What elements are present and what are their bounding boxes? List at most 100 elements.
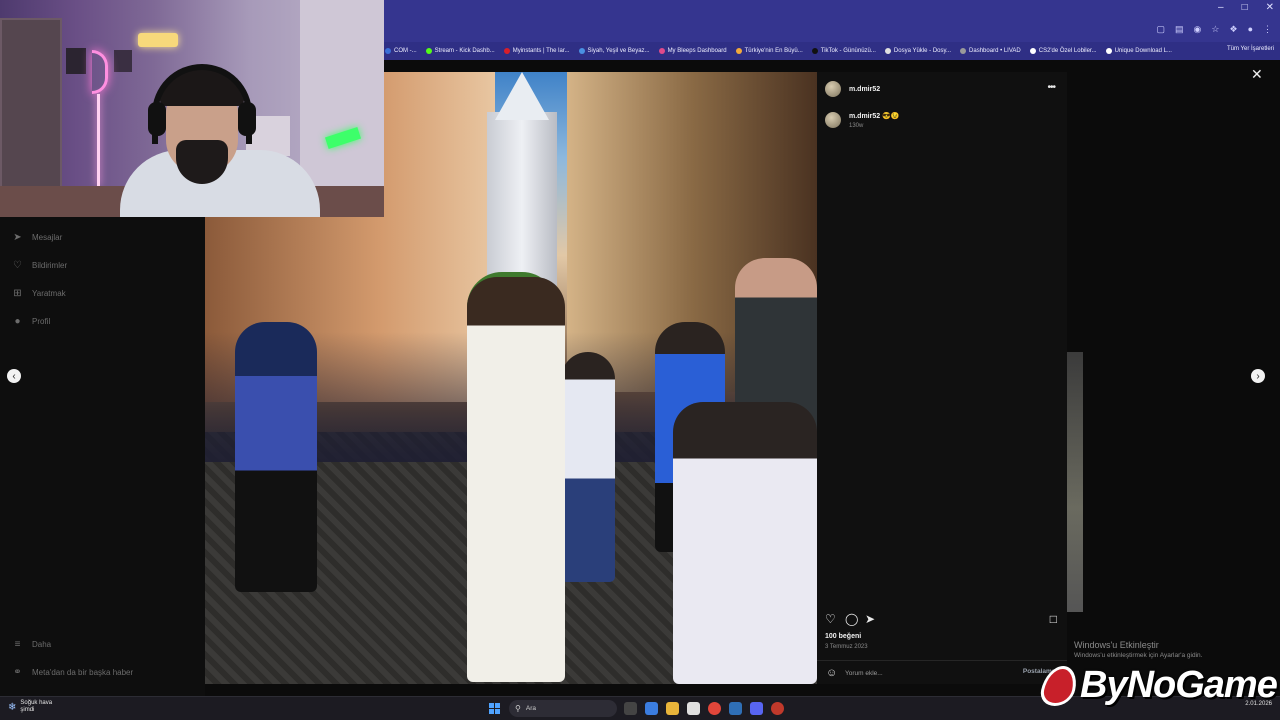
discord-icon[interactable] xyxy=(750,702,763,715)
bookmark-item[interactable]: Dashboard • LIVAD xyxy=(960,48,1021,54)
windows-activation-watermark: Windows'u Etkinleştir Windows'u etkinleş… xyxy=(1074,640,1202,659)
bookmark-favicon-icon xyxy=(735,48,742,54)
plus-square-icon: ⊞ xyxy=(13,288,22,299)
sidebar-item-label: Meta'dan da bir başka haber xyxy=(32,668,134,677)
more-options-icon[interactable]: ••• xyxy=(1047,82,1055,93)
bookmark-item[interactable]: Dosya Yükle - Dosy... xyxy=(884,48,952,54)
sidebar-item-label: Mesajlar xyxy=(32,233,63,242)
avatar[interactable] xyxy=(825,112,841,128)
bookmark-label: Siyah, Yeşil ve Beyaz... xyxy=(587,48,650,54)
cam-poster xyxy=(66,48,86,74)
minimize-icon[interactable]: – xyxy=(1218,2,1224,13)
person-boy xyxy=(673,402,817,684)
bookmark-item[interactable]: Myinstants | The lar... xyxy=(503,48,570,54)
sidebar-item-label: Profil xyxy=(32,317,51,326)
like-icon[interactable]: ♡ xyxy=(825,612,836,626)
bookmark-favicon-icon xyxy=(425,48,432,54)
menu-dots-icon[interactable]: ⋮ xyxy=(1263,24,1272,35)
obs-icon[interactable] xyxy=(771,702,784,715)
bookmark-item[interactable]: Stream - Kick Dashb... xyxy=(425,48,495,54)
cam-floor-lamp xyxy=(97,94,100,186)
sidebar-item-more[interactable]: ≡ Daha xyxy=(12,639,52,650)
task-view-icon[interactable] xyxy=(624,702,637,715)
sidebar-item-messages[interactable]: ➤ Mesajlar xyxy=(12,232,62,243)
bookmark-favicon-icon xyxy=(578,48,585,54)
bookmark-item[interactable]: TikTok - Gününüzü... xyxy=(811,48,876,54)
meta-icon: ⚭ xyxy=(13,667,22,678)
eye-off-icon[interactable]: ◉ xyxy=(1194,24,1202,35)
bookmark-favicon-icon xyxy=(1029,48,1036,54)
maximize-icon[interactable]: □ xyxy=(1242,2,1248,13)
weather-icon: ❄ xyxy=(8,701,17,713)
bookmark-favicon-icon xyxy=(811,48,818,54)
post-details-panel: m.dmir52 ••• m.dmir52 😎😉 130w ♡ ◯ ➤ □ 10… xyxy=(817,72,1067,684)
steam-icon[interactable] xyxy=(729,702,742,715)
bookmark-label: Dashboard • LIVAD xyxy=(969,48,1021,54)
person-woman xyxy=(235,322,317,592)
bookmark-item[interactable]: COM -... xyxy=(385,48,417,54)
like-count[interactable]: 100 beğeni xyxy=(825,633,861,640)
file-explorer-icon[interactable] xyxy=(666,702,679,715)
emoji-icon[interactable]: ☺ xyxy=(826,667,837,679)
calendar-icon[interactable] xyxy=(687,702,700,715)
bookmark-label: Myinstants | The lar... xyxy=(512,48,570,54)
bookmark-item[interactable]: Unique Download L... xyxy=(1105,48,1172,54)
next-post-preview xyxy=(1067,352,1083,612)
cam-light-sign xyxy=(138,33,178,47)
chrome-icon[interactable] xyxy=(708,702,721,715)
extensions-icon[interactable]: ❖ xyxy=(1229,24,1237,35)
bookmark-item[interactable]: Türkiye'nin En Büyü... xyxy=(735,48,803,54)
close-icon[interactable]: ✕ xyxy=(1251,66,1263,83)
post-header: m.dmir52 ••• xyxy=(825,80,1059,98)
heart-icon: ♡ xyxy=(13,260,22,271)
cam-door xyxy=(0,18,62,188)
share-icon[interactable]: ➤ xyxy=(865,612,875,626)
pinned-apps xyxy=(624,702,784,715)
comment-input[interactable] xyxy=(845,667,1005,679)
star-icon[interactable]: ☆ xyxy=(1211,24,1219,35)
bookmark-favicon-icon xyxy=(1105,48,1112,54)
avatar[interactable] xyxy=(825,81,841,97)
bookmark-favicon-icon xyxy=(884,48,891,54)
messenger-icon: ➤ xyxy=(13,232,22,243)
sidebar-item-create[interactable]: ⊞ Yaratmak xyxy=(12,288,66,299)
sidebar-item-notifications[interactable]: ♡ Bildirimler xyxy=(12,260,67,271)
sidebar-item-label: Bildirimler xyxy=(32,261,68,270)
bookmark-item[interactable]: My Bleeps Dashboard xyxy=(658,48,727,54)
cast-icon[interactable]: ▢ xyxy=(1157,24,1166,35)
bookmark-favicon-icon xyxy=(658,48,665,54)
sidebar-item-label: Yaratmak xyxy=(32,289,66,298)
post-date: 3 Temmuz 2023 xyxy=(825,644,868,650)
post-actions: ♡ ◯ ➤ □ xyxy=(825,612,1059,626)
bookmark-item[interactable]: CS2'de Özel Lobiler... xyxy=(1029,48,1097,54)
search-label: Ara xyxy=(525,705,536,712)
sidebar-item-meta[interactable]: ⚭ Meta'dan da bir başka haber xyxy=(12,667,133,678)
sidebar-item-profile[interactable]: ● Profil xyxy=(12,316,50,327)
translate-icon[interactable]: ▤ xyxy=(1175,24,1184,35)
weather-line2: şimdi xyxy=(20,707,35,713)
activation-subtitle: Windows'u etkinleştirmek için Ayarlar'a … xyxy=(1074,652,1203,659)
chevron-right-icon: › xyxy=(1256,370,1260,382)
previous-post-button[interactable]: ‹ xyxy=(7,369,21,383)
bookmark-icon[interactable]: □ xyxy=(1050,612,1057,626)
chevron-left-icon: ‹ xyxy=(12,370,16,382)
activation-title: Windows'u Etkinleştir xyxy=(1074,640,1159,650)
weather-line1: Soğuk hava xyxy=(20,700,53,706)
person-man xyxy=(467,277,565,682)
taskbar-search[interactable]: ⚲ Ara xyxy=(509,700,617,717)
widgets-icon[interactable] xyxy=(645,702,658,715)
bookmark-label: Dosya Yükle - Dosy... xyxy=(893,48,952,54)
comment-icon[interactable]: ◯ xyxy=(845,612,858,626)
bookmark-item[interactable]: Siyah, Yeşil ve Beyaz... xyxy=(578,48,650,54)
profile-avatar-icon[interactable]: ● xyxy=(1248,24,1253,35)
bynogame-logo-mark xyxy=(1037,665,1081,706)
weather-widget[interactable]: ❄ Soğuk hava şimdi xyxy=(8,700,52,714)
post-username[interactable]: m.dmir52 xyxy=(849,86,880,93)
close-window-icon[interactable]: ✕ xyxy=(1266,2,1274,13)
next-post-button[interactable]: › xyxy=(1251,369,1265,383)
bookmark-favicon-icon xyxy=(385,48,391,54)
all-bookmarks-folder[interactable]: Tüm Yer İşaretleri xyxy=(1227,46,1274,52)
bookmark-favicon-icon xyxy=(960,48,967,54)
cam-poster xyxy=(114,50,132,72)
windows-start-icon[interactable] xyxy=(489,703,500,714)
